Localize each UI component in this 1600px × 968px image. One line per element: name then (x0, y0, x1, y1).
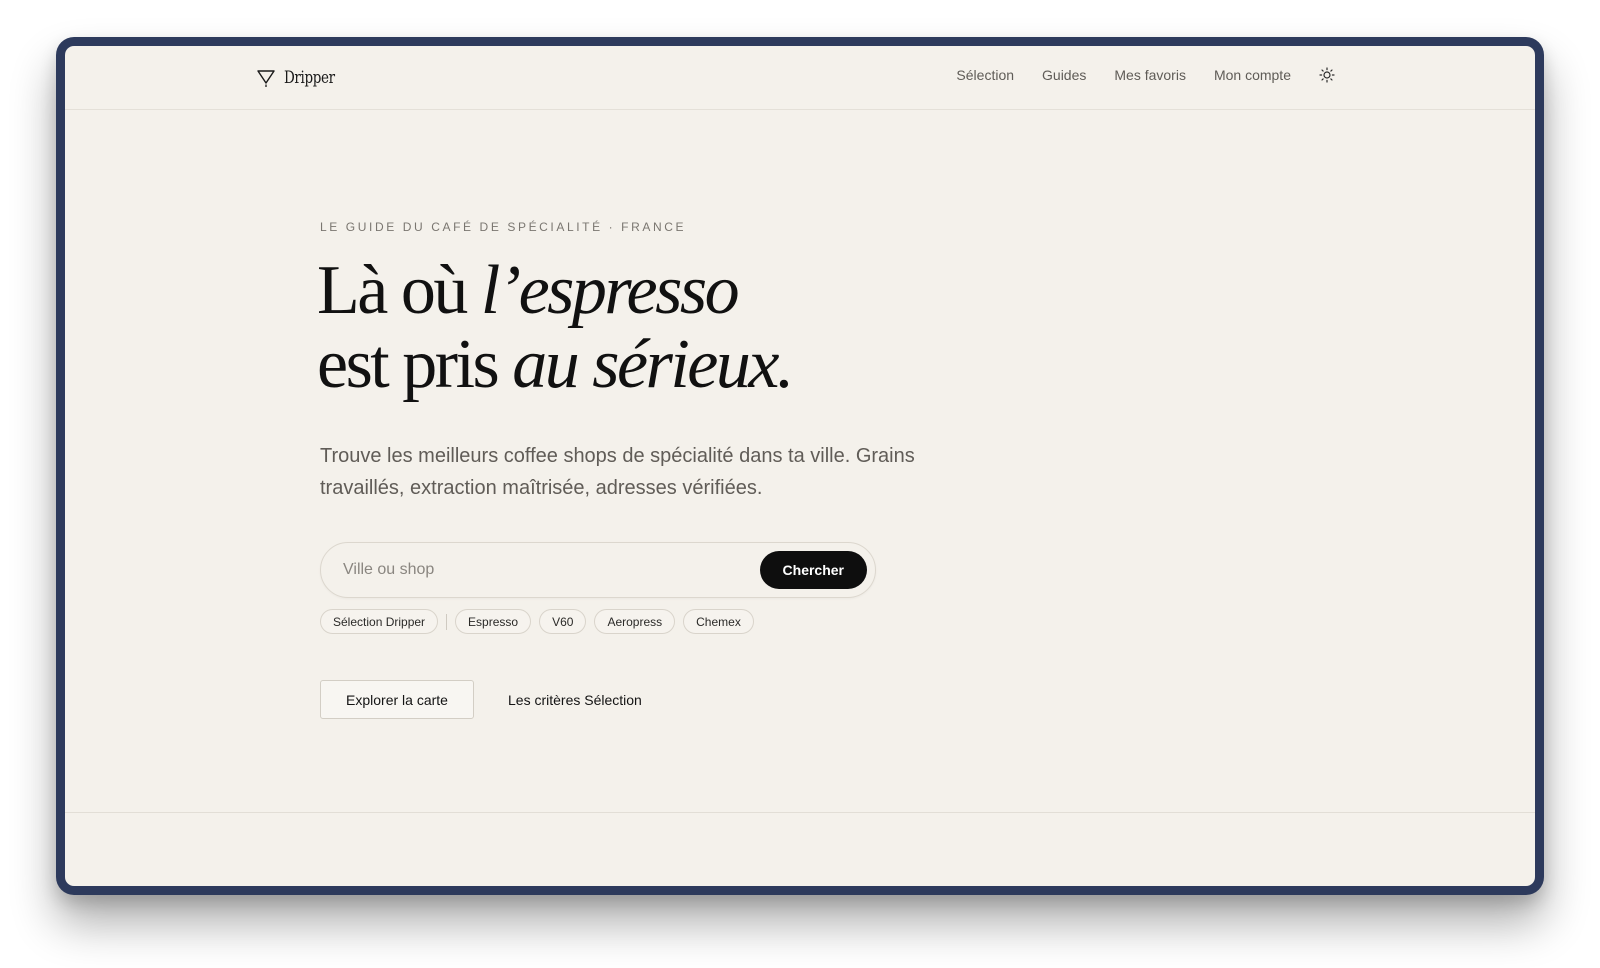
headline-line-2: est pris au sérieux. (317, 326, 794, 403)
headline-line-1: Là où l’espresso (317, 254, 792, 328)
chip-divider (446, 613, 448, 630)
chip-aeropress[interactable]: Aeropress (594, 609, 676, 634)
search-button[interactable]: Chercher (759, 551, 867, 589)
hero-lead: Trouve les meilleurs coffee shops de spé… (320, 445, 915, 499)
hero-headline: Là où l’espresso est pris au sérieux. (317, 254, 794, 403)
brand-name: Dripper (284, 68, 335, 88)
chip-espresso[interactable]: Espresso (455, 609, 532, 634)
dripper-cone-icon (257, 70, 275, 87)
nav-link-guides[interactable]: Guides (1042, 67, 1086, 83)
headline-line-1-italic: l’espresso (480, 252, 740, 329)
headline-line-2-plain: est pris (317, 326, 513, 403)
chip-v60[interactable]: V60 (539, 609, 587, 634)
search-form: Chercher (320, 542, 876, 598)
search-input[interactable] (343, 543, 743, 597)
nav-link-favorites[interactable]: Mes favoris (1114, 67, 1186, 83)
brand-logo-link[interactable]: Dripper (256, 68, 342, 88)
hero-eyebrow: Le guide du café de spécialité · France (320, 220, 687, 234)
nav-link-selection[interactable]: Sélection (956, 67, 1014, 83)
sun-icon[interactable] (1319, 67, 1335, 83)
selection-criteria-link[interactable]: Les critères Sélection (508, 680, 642, 719)
browser-viewport: Dripper Sélection Guides Mes favoris Mon… (65, 46, 1535, 886)
top-navigation-bar: Dripper Sélection Guides Mes favoris Mon… (65, 46, 1535, 110)
chip-selection-dripper[interactable]: Sélection Dripper (320, 609, 439, 634)
chip-chemex[interactable]: Chemex (683, 609, 754, 634)
headline-line-1-plain: Là où (317, 252, 481, 329)
filter-chips: Sélection Dripper Espresso V60 Aeropress… (320, 609, 754, 634)
explore-map-button[interactable]: Explorer la carte (320, 680, 474, 719)
headline-line-2-italic: au sérieux. (512, 326, 794, 403)
device-frame: Dripper Sélection Guides Mes favoris Mon… (56, 37, 1544, 895)
main-nav: Sélection Guides Mes favoris Mon compte (956, 67, 1335, 83)
section-divider (65, 812, 1535, 813)
nav-link-account[interactable]: Mon compte (1214, 67, 1291, 83)
